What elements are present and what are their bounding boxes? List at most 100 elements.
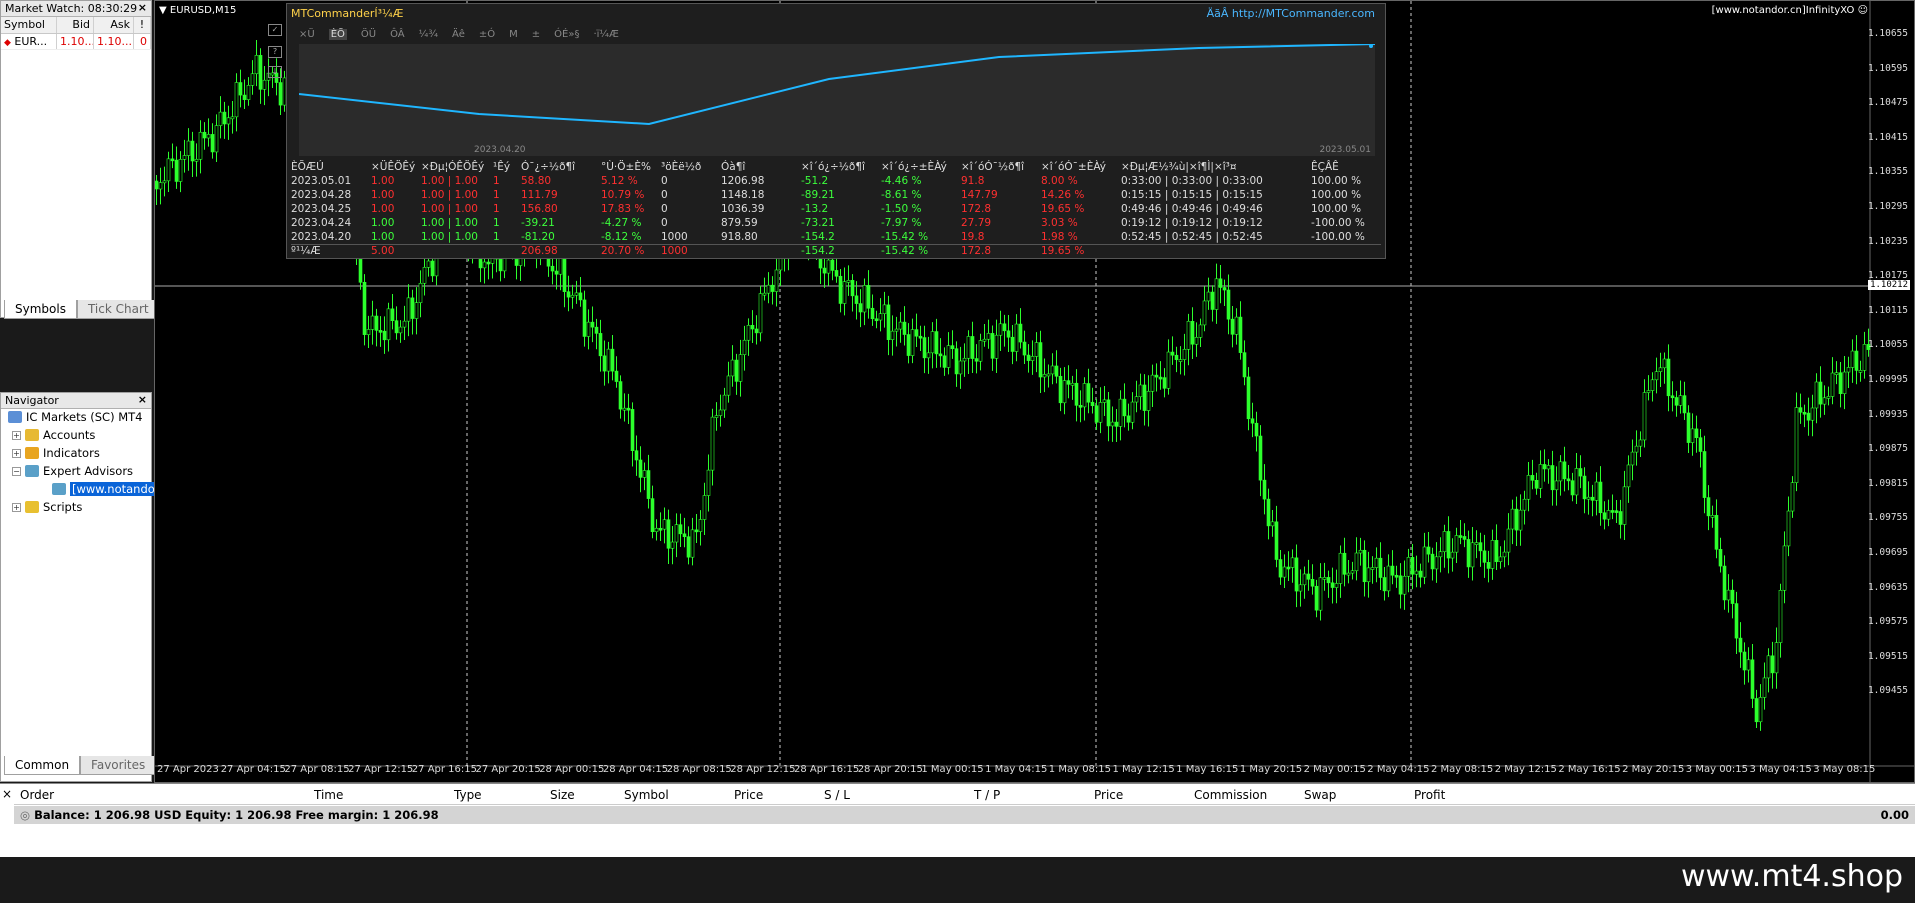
tab-tick-chart[interactable]: Tick Chart xyxy=(76,300,160,319)
mtc-toolbar-item[interactable]: ÓÉ»§ xyxy=(554,29,579,40)
mtc-toolbar-item[interactable]: ÈÕ xyxy=(328,29,347,40)
mtc-toolbar-item[interactable]: ×Ü xyxy=(299,29,315,40)
navigator-title-text: Navigator xyxy=(5,394,59,407)
navigator-tabs: Common Favorites xyxy=(4,756,157,775)
mtc-stats-table: ÈÕÆÚ ×ÜÊÖÊý ×Ðµ¦ÓÊÖÊý ¹Êý Ó¯¿÷½ð¶î °Ù·Ö±È% ³öÈ… xyxy=(291,160,1381,258)
terminal-col[interactable]: Type xyxy=(454,788,482,802)
nav-indicators[interactable]: + Indicators xyxy=(12,445,100,461)
close-icon[interactable]: × xyxy=(138,393,147,406)
mtc-toolbar-item[interactable]: ·ï¼Æ xyxy=(593,29,618,40)
time-tick: 3 May 04:15 xyxy=(1749,764,1812,775)
terminal-col[interactable]: Price xyxy=(1094,788,1123,802)
close-icon[interactable]: × xyxy=(138,1,147,14)
expand-icon[interactable]: + xyxy=(12,430,21,440)
price-tick: 1.10235 xyxy=(1867,235,1908,247)
mtc-cell: 17.83 % xyxy=(601,203,645,215)
mtc-cell: 27.79 xyxy=(961,217,992,229)
terminal-col[interactable]: Price xyxy=(734,788,763,802)
tab-common[interactable]: Common xyxy=(4,756,81,775)
mtc-toolbar-item[interactable]: ±Ó xyxy=(479,29,495,40)
indicators-icon xyxy=(25,447,39,459)
accounts-icon xyxy=(25,429,39,441)
nav-accounts[interactable]: + Accounts xyxy=(12,427,95,443)
watermark: www.mt4.shop xyxy=(1680,859,1903,894)
mtc-cell: 1.00 xyxy=(371,175,395,187)
market-watch-panel: Market Watch: 08:30:29 × Symbol Bid Ask !… xyxy=(0,0,152,318)
mtc-cell: 0 xyxy=(661,203,668,215)
mtc-link[interactable]: ÄãÂ http://MTCommander.com xyxy=(1207,7,1375,20)
mtc-cell: -13.2 xyxy=(801,203,829,215)
mtc-toolbar-item[interactable]: M xyxy=(509,29,518,40)
expert-icon xyxy=(52,483,66,495)
mtc-cell: 2023.04.20 xyxy=(291,230,352,243)
mtc-cell: 0 xyxy=(661,189,668,201)
mtc-cell: 0:15:15 | 0:15:15 | 0:15:15 xyxy=(1121,189,1263,201)
time-tick: 27 Apr 12:15 xyxy=(348,764,414,775)
terminal-col[interactable]: Order xyxy=(20,788,54,802)
mtc-cell: 111.79 xyxy=(521,189,558,201)
price-tick: 1.09875 xyxy=(1867,443,1908,455)
market-watch-tabs: Symbols Tick Chart xyxy=(4,300,160,319)
tab-favorites[interactable]: Favorites xyxy=(80,756,157,775)
terminal-col[interactable]: Symbol xyxy=(624,788,669,802)
price-tick: 1.10475 xyxy=(1867,97,1908,109)
terminal-col[interactable]: Time xyxy=(314,788,343,802)
mtc-cell: 1 xyxy=(493,230,500,243)
mtc-cell: 20.70 % xyxy=(601,243,661,258)
col-spread[interactable]: ! xyxy=(134,17,151,33)
mtc-cell: 1.00 | 1.00 xyxy=(421,217,478,229)
mtc-cell: 1000 xyxy=(661,230,688,243)
time-tick: 28 Apr 08:15 xyxy=(666,764,732,775)
row-spread: 0 xyxy=(134,34,151,49)
nav-expert-advisors[interactable]: − Expert Advisors xyxy=(12,463,133,479)
mtc-cell: Ó¯¿÷½ð¶î xyxy=(521,161,576,173)
mtc-toolbar-item[interactable]: ÖÜ xyxy=(361,29,376,40)
col-bid[interactable]: Bid xyxy=(57,17,94,33)
mtc-toolbar-item[interactable]: ¼¾ xyxy=(419,29,438,40)
mtc-row: 2023.04.24 1.00 1.00 | 1.00 1 -39.21 -4.27 % 0… xyxy=(291,216,1381,230)
mtc-cell: 156.80 xyxy=(521,203,558,215)
terminal-col[interactable]: Profit xyxy=(1414,788,1445,802)
mtc-cell: -8.61 % xyxy=(881,189,922,201)
tab-symbols[interactable]: Symbols xyxy=(4,300,77,319)
mtc-cell: 2023.04.28 xyxy=(291,189,352,201)
nav-indicators-label: Indicators xyxy=(43,446,100,460)
col-ask[interactable]: Ask xyxy=(94,17,134,33)
time-tick: 28 Apr 16:15 xyxy=(794,764,860,775)
mtc-toolbar-item[interactable]: ÔÂ xyxy=(390,29,405,40)
time-tick: 27 Apr 08:15 xyxy=(284,764,350,775)
balance-row[interactable]: ◎ Balance: 1 206.98 USD Equity: 1 206.98… xyxy=(14,806,1915,824)
expand-icon[interactable]: + xyxy=(12,502,21,512)
mtc-cell: 918.80 xyxy=(721,230,758,243)
side-button-3[interactable]: ↓ xyxy=(268,66,282,78)
side-button-2[interactable]: ? xyxy=(268,46,282,58)
close-icon[interactable]: × xyxy=(2,787,12,801)
col-symbol[interactable]: Symbol xyxy=(1,17,57,33)
expand-icon[interactable]: + xyxy=(12,448,21,458)
time-tick: 27 Apr 04:15 xyxy=(220,764,286,775)
terminal-col[interactable]: Commission xyxy=(1194,788,1267,802)
mtc-cell: 100.00 % xyxy=(1311,175,1362,187)
terminal-col[interactable]: Size xyxy=(550,788,575,802)
time-tick: 1 May 12:15 xyxy=(1112,764,1175,775)
terminal-col[interactable]: Swap xyxy=(1304,788,1336,802)
nav-root-label: IC Markets (SC) MT4 xyxy=(26,410,143,424)
market-watch-row[interactable]: ◆ EUR... 1.10... 1.10... 0 xyxy=(1,34,151,50)
nav-scripts[interactable]: + Scripts xyxy=(12,499,82,515)
terminal-col[interactable]: S / L xyxy=(824,788,850,802)
mtc-cell: 1000 xyxy=(661,243,721,258)
mtc-toolbar-item[interactable]: Äê xyxy=(452,29,465,40)
mtc-cell: º¹¼Æ xyxy=(291,243,371,258)
mtc-cell: 14.26 % xyxy=(1041,189,1085,201)
mtc-cell: ×î´óÓ¯½ð¶î xyxy=(961,161,1025,173)
collapse-icon[interactable]: − xyxy=(12,466,21,476)
time-tick: 2 May 16:15 xyxy=(1558,764,1621,775)
price-tick: 1.10595 xyxy=(1867,62,1908,74)
nav-root[interactable]: IC Markets (SC) MT4 xyxy=(8,409,142,425)
terminal-col[interactable]: T / P xyxy=(974,788,1000,802)
mtc-toolbar-item[interactable]: ± xyxy=(532,29,540,40)
chart-symbol-text: EURUSD,M15 xyxy=(169,5,237,16)
side-button-1[interactable]: ✓ xyxy=(268,24,282,36)
terminal-panel: × Order Time Type Size Symbol Price S / L T / P… xyxy=(0,783,1915,857)
mtc-cell xyxy=(421,243,493,258)
